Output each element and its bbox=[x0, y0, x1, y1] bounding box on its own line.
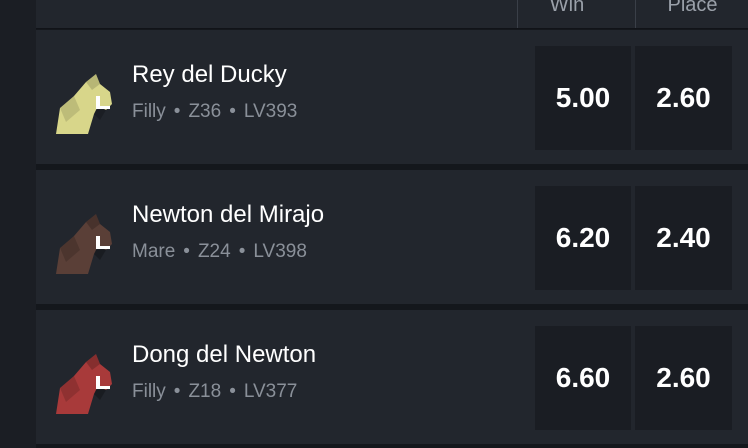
horse-meta: Filly • Z36 • LV393 bbox=[132, 100, 297, 124]
horse-head-icon bbox=[56, 214, 112, 274]
win-column-header: Win bbox=[517, 0, 616, 28]
horse-meta: Filly • Z18 • LV377 bbox=[132, 380, 297, 404]
separator-dot: • bbox=[229, 381, 236, 402]
separator-dot: • bbox=[183, 241, 190, 262]
runner-row: Newton del Mirajo Mare • Z24 • LV398 6.20 2.… bbox=[36, 170, 748, 304]
horse-type: Filly bbox=[132, 381, 166, 402]
horse-head-icon bbox=[56, 74, 112, 134]
odds-header: Win Place bbox=[36, 0, 748, 29]
horse-name: Newton del Mirajo bbox=[132, 201, 325, 228]
win-odds-button[interactable]: 6.20 bbox=[535, 186, 631, 290]
horse-name: Rey del Ducky bbox=[132, 61, 287, 88]
horse-type: Filly bbox=[132, 101, 166, 122]
left-sidebar-strip bbox=[0, 0, 36, 448]
horse-level: LV377 bbox=[243, 381, 298, 402]
horse-level: LV393 bbox=[243, 101, 298, 122]
separator-dot: • bbox=[173, 101, 181, 122]
place-odds-button[interactable]: 2.60 bbox=[635, 326, 732, 430]
win-odds-button[interactable]: 6.60 bbox=[535, 326, 631, 430]
horse-zone: Z18 bbox=[188, 381, 222, 402]
horse-level: LV398 bbox=[253, 241, 307, 262]
race-odds-panel: Win Place Rey del Ducky Filly • Z36 • LV393 … bbox=[36, 0, 748, 448]
place-odds-button[interactable]: 2.60 bbox=[635, 46, 732, 150]
win-odds-button[interactable]: 5.00 bbox=[535, 46, 631, 150]
separator-dot: • bbox=[238, 241, 246, 262]
horse-zone: Z24 bbox=[197, 241, 231, 262]
place-odds-button[interactable]: 2.40 bbox=[635, 186, 732, 290]
horse-type: Mare bbox=[132, 241, 176, 262]
runner-row: Dong del Newton Filly • Z18 • LV377 6.60 2.6… bbox=[36, 310, 748, 444]
horse-name: Dong del Newton bbox=[132, 341, 317, 368]
runner-row: Rey del Ducky Filly • Z36 • LV393 5.00 2.60 bbox=[36, 30, 748, 164]
separator-dot: • bbox=[229, 101, 236, 122]
place-column-header: Place bbox=[635, 0, 748, 28]
horse-zone: Z36 bbox=[188, 101, 222, 122]
separator-dot: • bbox=[173, 381, 181, 402]
horse-head-icon bbox=[56, 354, 112, 414]
horse-meta: Mare • Z24 • LV398 bbox=[132, 240, 307, 264]
